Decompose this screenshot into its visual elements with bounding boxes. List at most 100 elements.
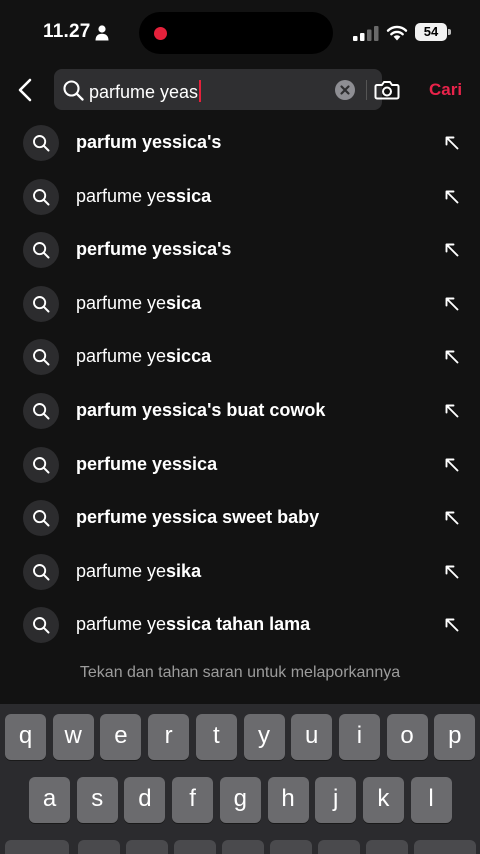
search-box[interactable]: parfume yeas [54,69,400,110]
wifi-icon [386,25,408,41]
keyboard-key-q[interactable]: q [5,714,46,760]
keyboard-key-t[interactable]: t [195,714,237,760]
keyboard-key-k[interactable]: k [362,777,404,823]
suggestion-completion-part: perfume yessica sweet baby [76,507,320,528]
suggestion-completion-part: parfum yessica's [76,132,222,152]
keyboard-key-s[interactable]: s [76,777,118,823]
keyboard-key-partial[interactable] [318,840,360,854]
suggestion-item[interactable]: perfume yessica's [0,223,480,277]
arrow-up-left-icon[interactable] [442,187,462,207]
suggestion-label: parfum yessica's buat cowok [76,400,325,421]
back-arrow-icon[interactable] [10,74,42,106]
suggestion-item[interactable]: parfume yessica [0,170,480,224]
suggestion-item[interactable]: parfum yessica's [0,116,480,170]
keyboard: qwertyuiop asdfghjkl [0,704,480,854]
arrow-up-left-icon[interactable] [442,562,462,582]
keyboard-key-partial[interactable] [222,840,264,854]
keyboard-key-e[interactable]: e [100,714,142,760]
search-query-text: parfume yeas [89,82,199,102]
suggestion-completion-part: perfume yessica's [76,239,232,260]
suggestion-item[interactable]: parfume yesicca [0,330,480,384]
keyboard-key-partial[interactable] [414,840,476,854]
search-icon [33,456,50,474]
keyboard-key-h[interactable]: h [267,777,309,823]
search-icon [33,135,50,152]
suggestion-completion-part: ssica [166,185,212,206]
suggestion-typed-part: parfume ye [76,614,167,635]
search-screen: 11.27 54 p a rf ume yeas Cari parfum yessic… [0,0,480,854]
search-icon [33,510,50,527]
suggestion-search-icon-badge [23,500,59,537]
keyboard-key-r[interactable]: r [148,714,190,760]
keyboard-key-p[interactable]: p [434,714,476,760]
keyboard-key-f[interactable]: f [172,777,214,823]
camera-icon[interactable] [374,78,400,102]
keyboard-key-w[interactable]: w [52,714,94,760]
keyboard-key-a[interactable]: a [29,777,70,823]
cellular-signal-icon [353,26,379,41]
keyboard-key-d[interactable]: d [124,777,166,823]
suggestion-search-icon-badge [23,607,59,644]
suggestion-label: perfume yessica's [76,239,231,260]
search-header: parfume yeas Cari [0,66,480,116]
suggestion-search-icon-badge [23,178,59,215]
suggestion-item[interactable]: parfume yessica tahan lama [0,598,480,652]
suggestion-label: parfum yessica's [76,132,221,153]
keyboard-key-l[interactable]: l [410,777,452,823]
status-time: 11.27 [43,21,91,42]
suggestion-item[interactable]: parfume yesika [0,545,480,599]
keyboard-key-partial[interactable] [126,840,168,854]
suggestion-search-icon-badge [23,125,59,161]
arrow-up-left-icon[interactable] [442,508,462,528]
keyboard-key-partial[interactable] [366,840,408,854]
suggestion-label: parfume yessica [76,186,211,207]
suggestion-label: perfume yessica [76,454,217,475]
keyboard-key-u[interactable]: u [291,714,333,760]
suggestion-item[interactable]: perfume yessica [0,438,480,492]
text-caret [199,80,202,102]
keyboard-key-partial[interactable] [5,840,69,854]
arrow-up-left-icon[interactable] [442,401,462,421]
arrow-up-left-icon[interactable] [442,294,462,314]
suggestion-search-icon-badge [23,553,59,590]
suggestion-label: parfume yessica tahan lama [76,614,310,635]
suggestion-typed-part: parfume ye [76,292,167,313]
search-icon [63,80,84,101]
suggestion-label: parfume yesicca [76,346,211,367]
arrow-up-left-icon[interactable] [442,240,462,260]
keyboard-key-g[interactable]: g [219,777,261,823]
suggestion-completion-part: sika [166,560,202,581]
keyboard-key-partial[interactable] [78,840,120,854]
arrow-up-left-icon[interactable] [442,455,462,475]
keyboard-key-o[interactable]: o [386,714,428,760]
keyboard-key-i[interactable]: i [338,714,380,760]
report-hint: Tekan dan tahan saran untuk melaporkanny… [79,664,401,681]
arrow-up-left-icon[interactable] [442,615,462,635]
suggestion-label: parfume yesica [76,293,201,314]
search-icon [33,242,50,259]
suggestion-item[interactable]: parfume yesica [0,277,480,331]
search-icon [33,403,50,420]
suggestion-list: parfum yessica's parfume yessica perfume y… [0,116,480,652]
arrow-up-left-icon[interactable] [442,133,462,153]
keyboard-key-y[interactable]: y [243,714,285,760]
keyboard-key-partial[interactable] [270,840,312,854]
suggestion-item[interactable]: parfum yessica's buat cowok [0,384,480,438]
arrow-up-left-icon[interactable] [442,347,462,367]
search-icon [33,295,50,313]
suggestion-completion-part: perfume yessica [76,453,218,474]
search-input[interactable]: parfume yeas [89,80,202,103]
search-icon [33,563,50,581]
suggestion-typed-part: parfume ye [76,560,167,581]
keyboard-key-j[interactable]: j [315,777,357,823]
status-bar: 11.27 54 [0,0,480,66]
suggestion-item[interactable]: perfume yessica sweet baby [0,491,480,545]
clear-icon[interactable] [335,80,355,100]
recording-indicator-icon [154,27,167,40]
suggestion-search-icon-badge [23,232,59,269]
suggestion-typed-part: parfume ye [76,185,167,206]
keyboard-key-partial[interactable] [174,840,216,854]
search-submit-button[interactable]: Cari [429,80,462,100]
suggestion-completion-part: sicca [166,346,212,367]
suggestion-label: perfume yessica sweet baby [76,507,319,528]
